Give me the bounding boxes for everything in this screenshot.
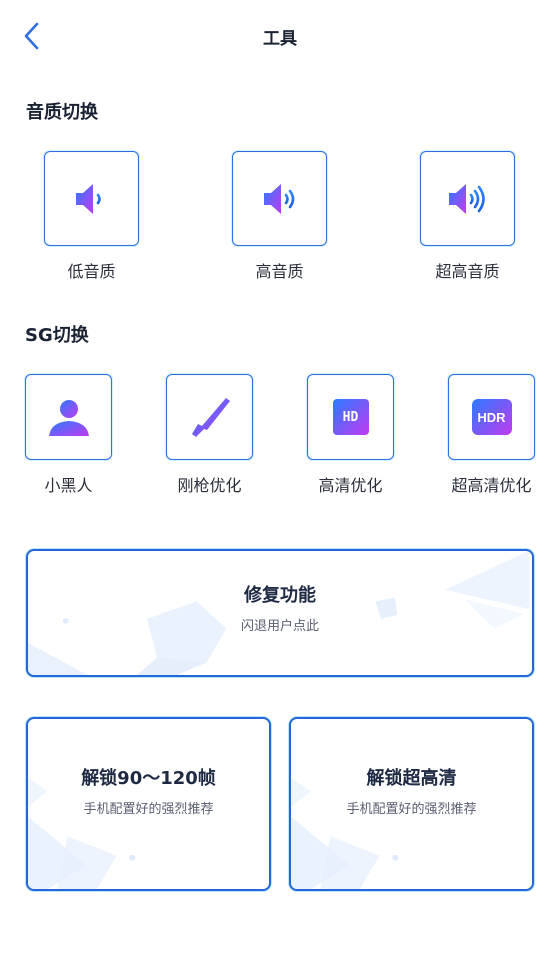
hd-icon-text: HD: [342, 409, 359, 425]
ultra-quality-label: 超高音质: [435, 262, 500, 281]
ultra-quality-tile[interactable]: [420, 151, 515, 246]
unlock-fps-card[interactable]: 解锁90～120帧 手机配置好的强烈推荐: [26, 717, 271, 891]
gun-optimize-label: 刚枪优化: [177, 476, 242, 495]
uhd-optimize-label: 超高清优化: [451, 476, 532, 495]
hd-icon: HD: [332, 399, 369, 435]
hdr-icon-text: HDR: [477, 409, 506, 425]
low-quality-label: 低音质: [67, 262, 116, 281]
sound-section-title: 音质切换: [26, 102, 98, 123]
low-quality-tile[interactable]: [44, 151, 139, 246]
unlock-uhd-card[interactable]: 解锁超高清 手机配置好的强烈推荐: [289, 717, 534, 891]
header-bar: 工具: [0, 0, 560, 72]
small-black-man-label: 小黑人: [44, 476, 93, 495]
hd-optimize-tile[interactable]: HD: [307, 374, 394, 460]
small-black-man-tile[interactable]: [25, 374, 112, 460]
page-title: 工具: [263, 29, 297, 49]
gun-optimize-tile[interactable]: [166, 374, 253, 460]
high-quality-tile[interactable]: [232, 151, 327, 246]
unlock-fps-card-subtitle: 手机配置好的强烈推荐: [83, 802, 214, 817]
speaker-high-icon: [448, 183, 485, 214]
uhd-optimize-tile[interactable]: HDR: [448, 374, 535, 460]
sg-section-title: SG切换: [25, 325, 89, 346]
speaker-low-icon: [75, 183, 101, 214]
repair-card[interactable]: 修复功能 闪退用户点此: [26, 549, 534, 677]
person-icon: [48, 400, 89, 436]
hd-optimize-label: 高清优化: [318, 476, 383, 495]
rifle-icon: [191, 398, 230, 437]
card-background-decoration: [28, 551, 530, 675]
high-quality-label: 高音质: [255, 262, 304, 281]
unlock-uhd-card-title: 解锁超高清: [366, 768, 457, 789]
hdr-icon: HDR: [471, 399, 512, 435]
unlock-fps-card-title: 解锁90～120帧: [81, 768, 216, 789]
repair-card-title: 修复功能: [244, 585, 316, 606]
speaker-medium-icon: [263, 183, 294, 214]
repair-card-subtitle: 闪退用户点此: [240, 619, 319, 634]
unlock-uhd-card-subtitle: 手机配置好的强烈推荐: [346, 802, 477, 817]
